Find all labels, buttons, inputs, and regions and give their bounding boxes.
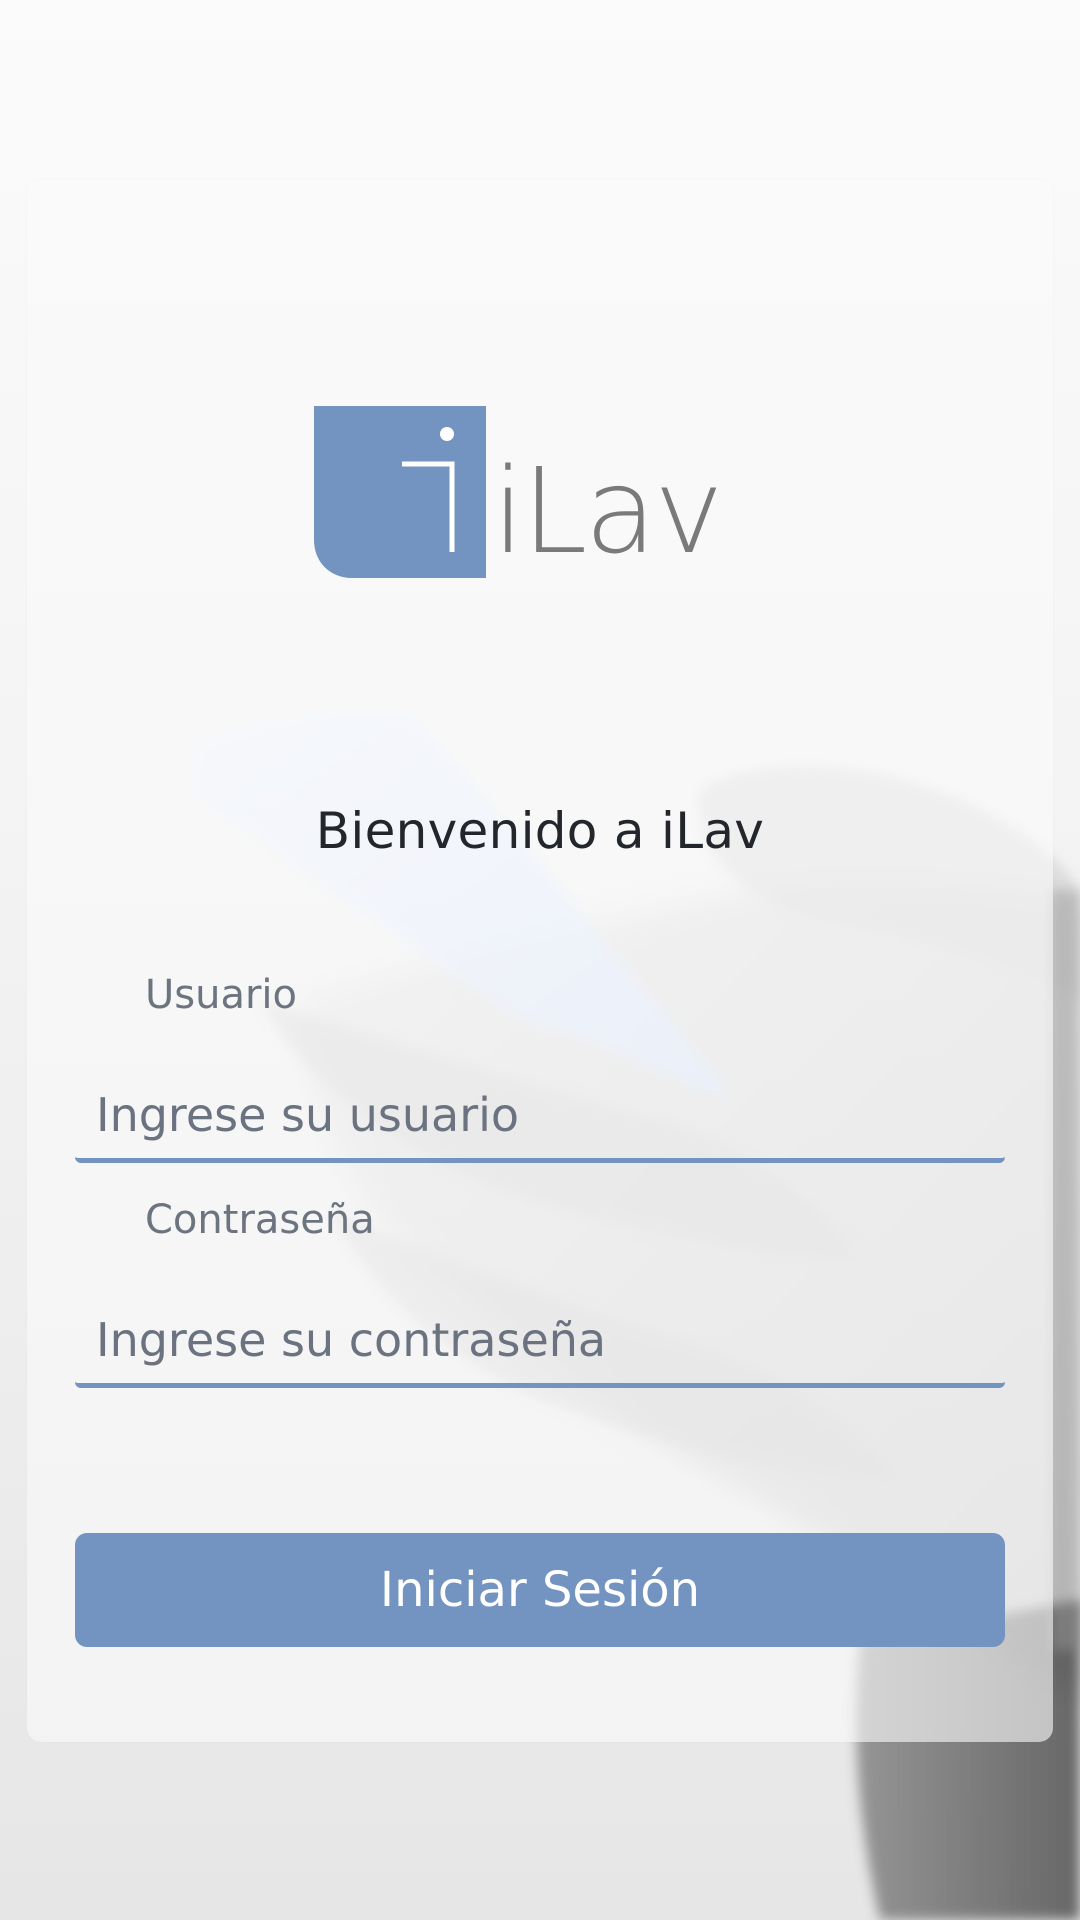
password-input[interactable] (75, 1296, 1005, 1388)
username-label: Usuario (145, 972, 298, 1018)
login-button[interactable]: Iniciar Sesión (75, 1533, 1005, 1647)
ilav-logo: iLav (314, 406, 724, 580)
password-label: Contraseña (145, 1197, 375, 1243)
logo-wordmark: iLav (492, 442, 721, 580)
ilav-logo-icon (314, 406, 486, 578)
login-screen: iLav Bienvenido a iLav Usuario Contraseñ… (0, 0, 1080, 1920)
username-input[interactable] (75, 1071, 1005, 1163)
welcome-title: Bienvenido a iLav (315, 802, 765, 860)
